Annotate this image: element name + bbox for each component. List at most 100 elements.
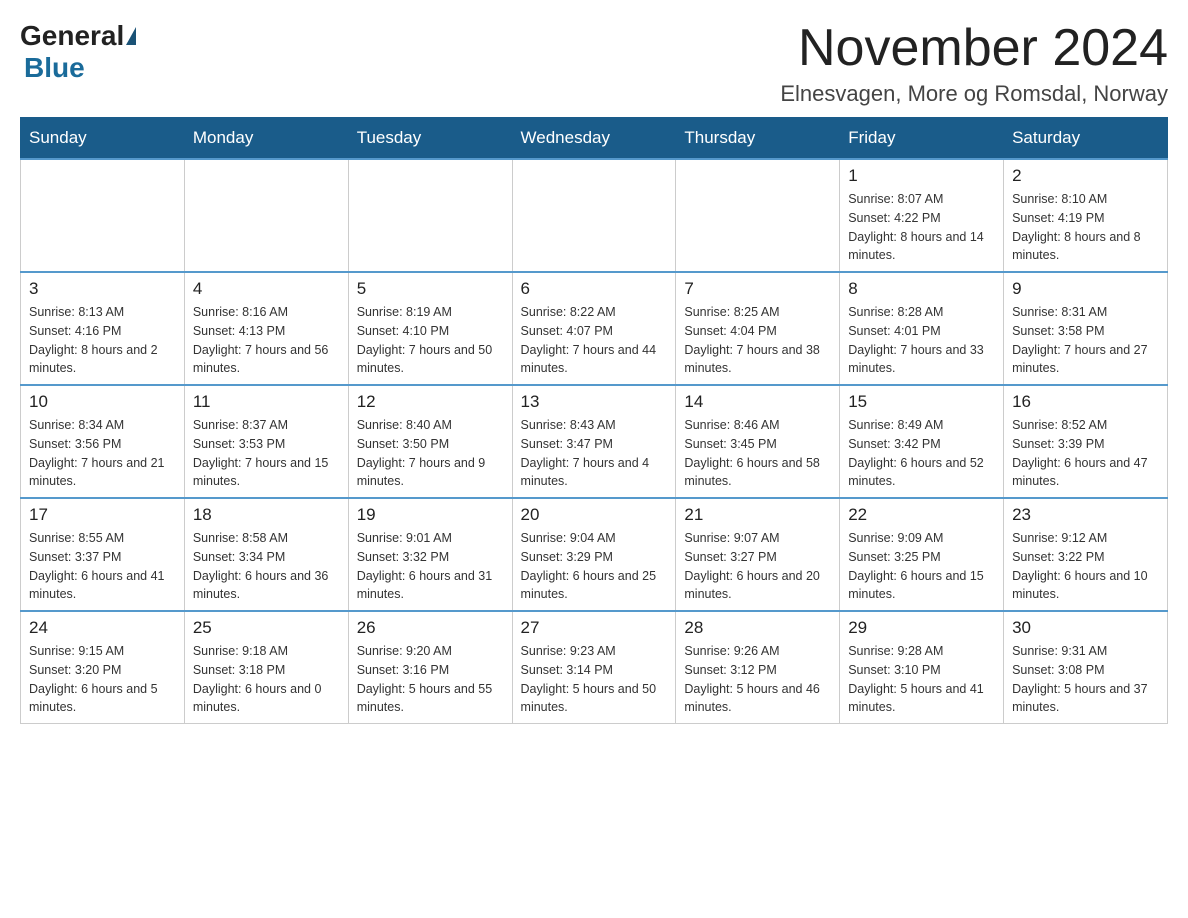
calendar-week-row: 3Sunrise: 8:13 AMSunset: 4:16 PMDaylight… <box>21 272 1168 385</box>
day-number: 2 <box>1012 166 1159 186</box>
calendar-day-cell: 19 Sunrise: 9:01 AMSunset: 3:32 PMDayligh… <box>348 498 512 611</box>
day-number: 19 <box>357 505 504 525</box>
calendar-day-cell: 1Sunrise: 8:07 AMSunset: 4:22 PMDaylight… <box>840 159 1004 272</box>
day-number: 30 <box>1012 618 1159 638</box>
calendar-day-cell: 11Sunrise: 8:37 AMSunset: 3:53 PMDayligh… <box>184 385 348 498</box>
day-number: 23 <box>1012 505 1159 525</box>
header-friday: Friday <box>840 118 1004 160</box>
day-number: 24 <box>29 618 176 638</box>
logo-blue-text: Blue <box>24 52 85 83</box>
calendar-day-cell: 25Sunrise: 9:18 AMSunset: 3:18 PMDayligh… <box>184 611 348 724</box>
calendar-header-row: Sunday Monday Tuesday Wednesday Thursday… <box>21 118 1168 160</box>
day-info: Sunrise: 9:23 AMSunset: 3:14 PMDaylight:… <box>521 642 668 717</box>
calendar-day-cell <box>184 159 348 272</box>
day-number: 4 <box>193 279 340 299</box>
logo-general-text: General <box>20 20 124 52</box>
calendar-day-cell: 13 Sunrise: 8:43 AMSunset: 3:47 PMDayligh… <box>512 385 676 498</box>
day-number: 7 <box>684 279 831 299</box>
day-number: 22 <box>848 505 995 525</box>
calendar-day-cell: 15Sunrise: 8:49 AMSunset: 3:42 PMDayligh… <box>840 385 1004 498</box>
calendar-day-cell: 5Sunrise: 8:19 AMSunset: 4:10 PMDaylight… <box>348 272 512 385</box>
day-info: Sunrise: 9:20 AMSunset: 3:16 PMDaylight:… <box>357 642 504 717</box>
header-monday: Monday <box>184 118 348 160</box>
calendar-day-cell <box>676 159 840 272</box>
header-thursday: Thursday <box>676 118 840 160</box>
calendar-day-cell: 22 Sunrise: 9:09 AMSunset: 3:25 PMDayligh… <box>840 498 1004 611</box>
day-info: Sunrise: 8:37 AMSunset: 3:53 PMDaylight:… <box>193 416 340 491</box>
calendar-day-cell: 20 Sunrise: 9:04 AMSunset: 3:29 PMDayligh… <box>512 498 676 611</box>
day-number: 10 <box>29 392 176 412</box>
calendar-day-cell: 21 Sunrise: 9:07 AMSunset: 3:27 PMDayligh… <box>676 498 840 611</box>
calendar-day-cell: 8 Sunrise: 8:28 AMSunset: 4:01 PMDaylight… <box>840 272 1004 385</box>
day-info: Sunrise: 8:40 AMSunset: 3:50 PMDaylight:… <box>357 416 504 491</box>
calendar-week-row: 24Sunrise: 9:15 AMSunset: 3:20 PMDayligh… <box>21 611 1168 724</box>
calendar-day-cell: 14Sunrise: 8:46 AMSunset: 3:45 PMDayligh… <box>676 385 840 498</box>
calendar-day-cell: 17 Sunrise: 8:55 AMSunset: 3:37 PMDayligh… <box>21 498 185 611</box>
location-subtitle: Elnesvagen, More og Romsdal, Norway <box>780 81 1168 107</box>
day-info: Sunrise: 8:49 AMSunset: 3:42 PMDaylight:… <box>848 416 995 491</box>
calendar-day-cell: 6 Sunrise: 8:22 AMSunset: 4:07 PMDaylight… <box>512 272 676 385</box>
calendar-day-cell: 27Sunrise: 9:23 AMSunset: 3:14 PMDayligh… <box>512 611 676 724</box>
day-number: 3 <box>29 279 176 299</box>
calendar-day-cell: 7 Sunrise: 8:25 AMSunset: 4:04 PMDaylight… <box>676 272 840 385</box>
calendar-day-cell: 30Sunrise: 9:31 AMSunset: 3:08 PMDayligh… <box>1004 611 1168 724</box>
logo: General Blue <box>20 20 138 84</box>
calendar-day-cell: 12 Sunrise: 8:40 AMSunset: 3:50 PMDayligh… <box>348 385 512 498</box>
calendar-day-cell: 18 Sunrise: 8:58 AMSunset: 3:34 PMDayligh… <box>184 498 348 611</box>
calendar-day-cell: 28 Sunrise: 9:26 AMSunset: 3:12 PMDayligh… <box>676 611 840 724</box>
day-info: Sunrise: 8:25 AMSunset: 4:04 PMDaylight:… <box>684 303 831 378</box>
calendar-week-row: 17 Sunrise: 8:55 AMSunset: 3:37 PMDayligh… <box>21 498 1168 611</box>
calendar-week-row: 1Sunrise: 8:07 AMSunset: 4:22 PMDaylight… <box>21 159 1168 272</box>
day-info: Sunrise: 8:16 AMSunset: 4:13 PMDaylight:… <box>193 303 340 378</box>
day-info: Sunrise: 9:09 AMSunset: 3:25 PMDaylight:… <box>848 529 995 604</box>
day-info: Sunrise: 8:28 AMSunset: 4:01 PMDaylight:… <box>848 303 995 378</box>
day-info: Sunrise: 9:28 AMSunset: 3:10 PMDaylight:… <box>848 642 995 717</box>
day-info: Sunrise: 8:22 AMSunset: 4:07 PMDaylight:… <box>521 303 668 378</box>
day-info: Sunrise: 9:18 AMSunset: 3:18 PMDaylight:… <box>193 642 340 717</box>
day-number: 28 <box>684 618 831 638</box>
day-number: 6 <box>521 279 668 299</box>
calendar-day-cell: 4 Sunrise: 8:16 AMSunset: 4:13 PMDaylight… <box>184 272 348 385</box>
day-info: Sunrise: 9:07 AMSunset: 3:27 PMDaylight:… <box>684 529 831 604</box>
header-saturday: Saturday <box>1004 118 1168 160</box>
calendar-day-cell: 9 Sunrise: 8:31 AMSunset: 3:58 PMDaylight… <box>1004 272 1168 385</box>
day-info: Sunrise: 8:52 AMSunset: 3:39 PMDaylight:… <box>1012 416 1159 491</box>
day-info: Sunrise: 8:55 AMSunset: 3:37 PMDaylight:… <box>29 529 176 604</box>
day-info: Sunrise: 9:12 AMSunset: 3:22 PMDaylight:… <box>1012 529 1159 604</box>
day-number: 18 <box>193 505 340 525</box>
day-number: 17 <box>29 505 176 525</box>
calendar-day-cell: 26Sunrise: 9:20 AMSunset: 3:16 PMDayligh… <box>348 611 512 724</box>
page-header: General Blue November 2024 Elnesvagen, M… <box>20 20 1168 107</box>
day-number: 13 <box>521 392 668 412</box>
title-area: November 2024 Elnesvagen, More og Romsda… <box>780 20 1168 107</box>
day-info: Sunrise: 8:34 AMSunset: 3:56 PMDaylight:… <box>29 416 176 491</box>
day-number: 8 <box>848 279 995 299</box>
calendar-day-cell <box>512 159 676 272</box>
calendar-day-cell: 24Sunrise: 9:15 AMSunset: 3:20 PMDayligh… <box>21 611 185 724</box>
day-info: Sunrise: 8:07 AMSunset: 4:22 PMDaylight:… <box>848 190 995 265</box>
day-number: 16 <box>1012 392 1159 412</box>
calendar-day-cell: 10 Sunrise: 8:34 AMSunset: 3:56 PMDayligh… <box>21 385 185 498</box>
day-info: Sunrise: 8:58 AMSunset: 3:34 PMDaylight:… <box>193 529 340 604</box>
calendar-day-cell: 3Sunrise: 8:13 AMSunset: 4:16 PMDaylight… <box>21 272 185 385</box>
day-info: Sunrise: 8:31 AMSunset: 3:58 PMDaylight:… <box>1012 303 1159 378</box>
day-number: 12 <box>357 392 504 412</box>
day-info: Sunrise: 8:43 AMSunset: 3:47 PMDaylight:… <box>521 416 668 491</box>
day-info: Sunrise: 9:04 AMSunset: 3:29 PMDaylight:… <box>521 529 668 604</box>
calendar-day-cell: 2 Sunrise: 8:10 AMSunset: 4:19 PMDaylight… <box>1004 159 1168 272</box>
day-number: 20 <box>521 505 668 525</box>
day-number: 9 <box>1012 279 1159 299</box>
calendar-day-cell: 23 Sunrise: 9:12 AMSunset: 3:22 PMDayligh… <box>1004 498 1168 611</box>
day-number: 14 <box>684 392 831 412</box>
day-info: Sunrise: 8:10 AMSunset: 4:19 PMDaylight:… <box>1012 190 1159 265</box>
month-year-title: November 2024 <box>780 20 1168 77</box>
calendar-table: Sunday Monday Tuesday Wednesday Thursday… <box>20 117 1168 724</box>
calendar-day-cell <box>348 159 512 272</box>
calendar-week-row: 10 Sunrise: 8:34 AMSunset: 3:56 PMDayligh… <box>21 385 1168 498</box>
header-tuesday: Tuesday <box>348 118 512 160</box>
day-info: Sunrise: 9:26 AMSunset: 3:12 PMDaylight:… <box>684 642 831 717</box>
day-info: Sunrise: 8:19 AMSunset: 4:10 PMDaylight:… <box>357 303 504 378</box>
day-number: 21 <box>684 505 831 525</box>
day-info: Sunrise: 9:01 AMSunset: 3:32 PMDaylight:… <box>357 529 504 604</box>
header-sunday: Sunday <box>21 118 185 160</box>
